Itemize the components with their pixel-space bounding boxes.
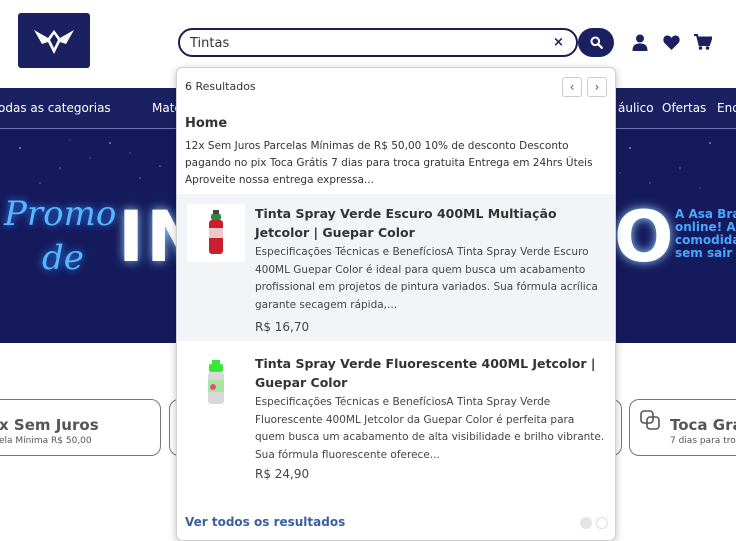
- banner-side-text: A Asa Bran online! Ap comodida sem sair …: [675, 207, 736, 260]
- banner-headline-right: O: [614, 196, 676, 278]
- cart-icon: [694, 34, 712, 50]
- heart-icon: [662, 35, 680, 50]
- promo-script-text: Promo de: [4, 194, 117, 278]
- product-result[interactable]: Tinta Spray Verde Fluorescente 400ML Jet…: [177, 344, 615, 494]
- nav-item-hidraulico[interactable]: áulico: [618, 101, 654, 115]
- feature-title: x Sem Juros: [0, 416, 99, 434]
- product-name[interactable]: Tinta Spray Verde Escuro 400ML Multiação…: [255, 204, 605, 242]
- spray-can-image: [209, 210, 223, 254]
- product-price: R$ 16,70: [255, 320, 310, 334]
- next-page-button[interactable]: ›: [587, 77, 607, 97]
- search-button[interactable]: [578, 28, 614, 57]
- product-result[interactable]: Tinta Spray Verde Escuro 400ML Multiação…: [177, 194, 615, 341]
- feature-subtitle: 7 dias para troc: [670, 436, 736, 446]
- cart-button[interactable]: [693, 32, 713, 52]
- user-icon: [632, 34, 648, 51]
- clear-search-icon[interactable]: ×: [553, 35, 564, 50]
- home-result-title[interactable]: Home: [185, 116, 227, 131]
- wishlist-button[interactable]: [661, 32, 681, 52]
- search-icon: [590, 36, 603, 49]
- eagle-logo-icon: [34, 29, 74, 54]
- feature-card-free-exchange: Toca Grá 7 dias para troc: [629, 399, 736, 456]
- nav-item-endereco[interactable]: End: [717, 101, 736, 115]
- exchange-icon: [640, 410, 660, 430]
- feature-title: Toca Grá: [670, 416, 736, 434]
- carousel-dot[interactable]: [596, 517, 608, 529]
- product-thumbnail[interactable]: [187, 354, 245, 412]
- product-price: R$ 24,90: [255, 467, 310, 481]
- feature-card-installments: x Sem Juros ela Mínima R$ 50,00: [0, 399, 161, 456]
- prev-page-button[interactable]: ‹: [562, 77, 582, 97]
- nav-item-ofertas[interactable]: Ofertas: [662, 101, 706, 115]
- account-button[interactable]: [630, 32, 650, 52]
- home-result-description[interactable]: 12x Sem Juros Parcelas Mínimas de R$ 50,…: [185, 138, 605, 189]
- search-bar: ×: [178, 28, 578, 57]
- product-thumbnail[interactable]: [187, 204, 245, 262]
- result-count: 6 Resultados: [185, 80, 256, 93]
- search-input[interactable]: [190, 34, 540, 52]
- brand-logo[interactable]: [18, 13, 90, 68]
- feature-subtitle: ela Mínima R$ 50,00: [0, 436, 92, 446]
- spray-can-image: [208, 360, 224, 404]
- product-description: Especificações Técnicas e BenefíciosA Ti…: [255, 246, 598, 311]
- see-all-results-link[interactable]: Ver todos os resultados: [185, 515, 345, 529]
- carousel-dot[interactable]: [580, 517, 592, 529]
- product-description: Especificações Técnicas e BenefíciosA Ti…: [255, 396, 605, 461]
- search-results-dropdown: 6 Resultados ‹ › Home 12x Sem Juros Parc…: [176, 67, 616, 541]
- nav-all-categories[interactable]: odas as categorias: [0, 101, 111, 115]
- product-name[interactable]: Tinta Spray Verde Fluorescente 400ML Jet…: [255, 354, 605, 392]
